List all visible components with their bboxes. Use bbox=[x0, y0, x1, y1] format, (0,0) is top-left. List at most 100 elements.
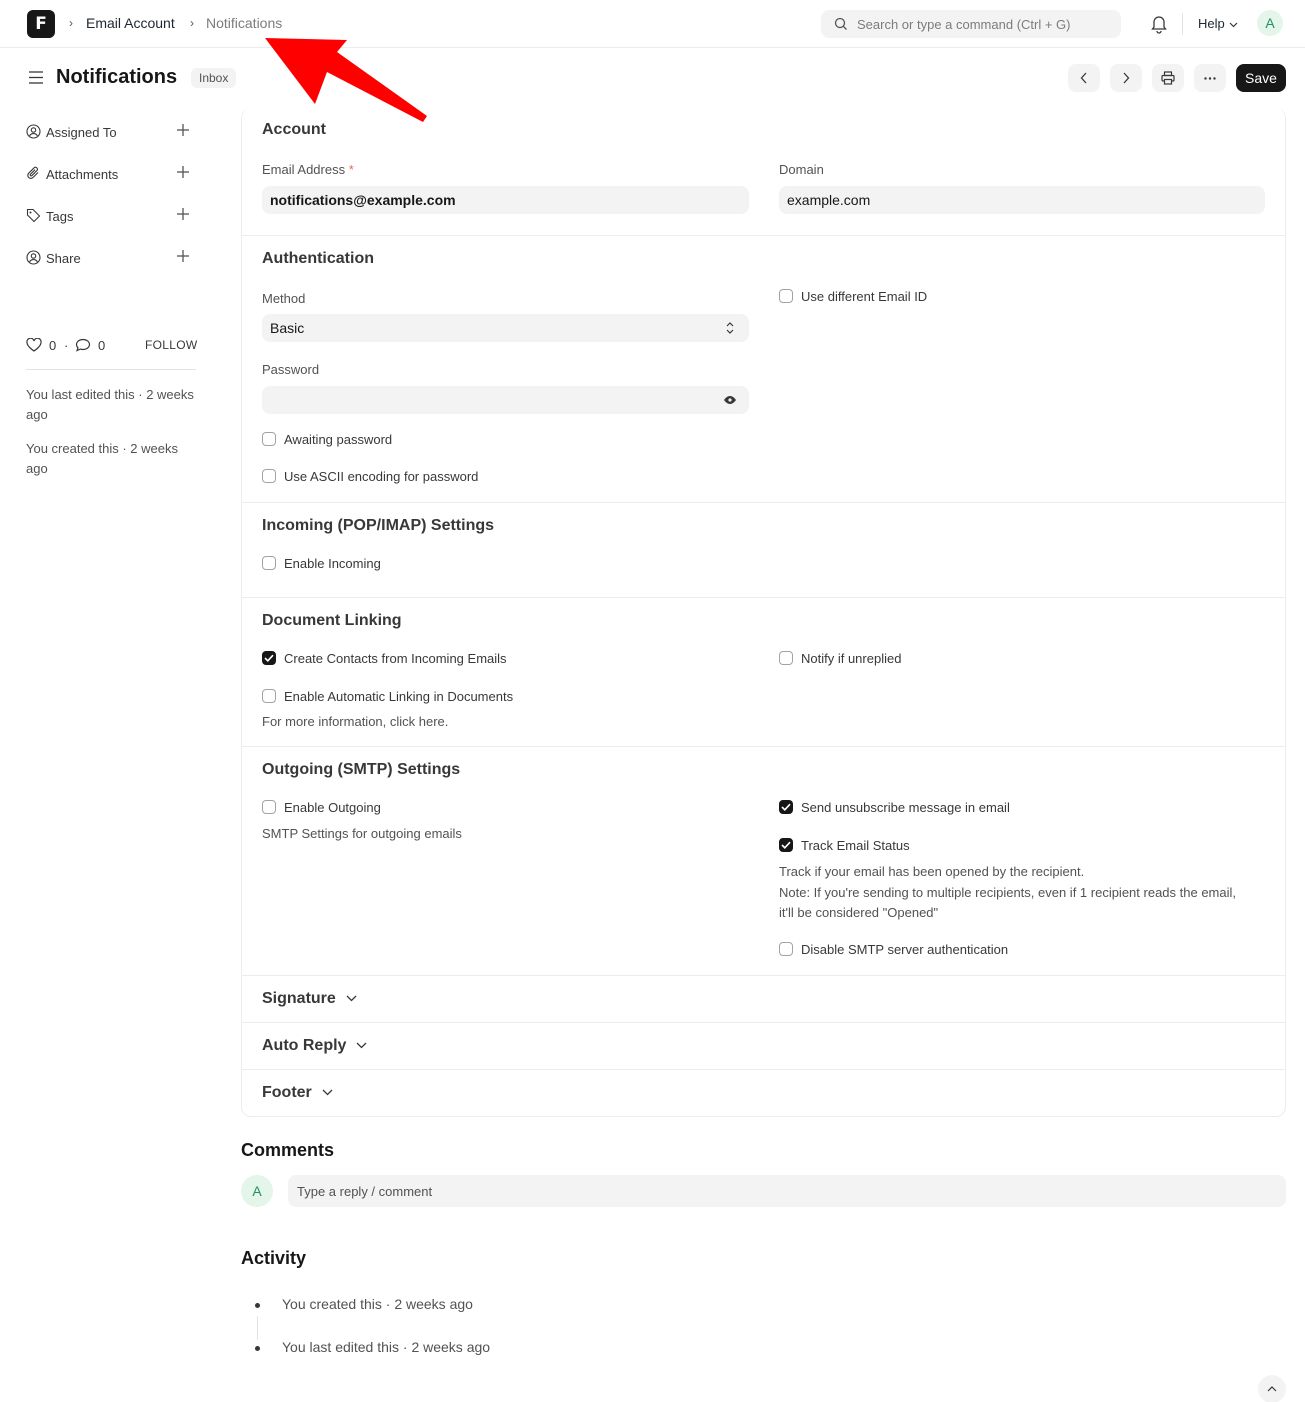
page-title: Notifications bbox=[56, 66, 178, 88]
tag-icon bbox=[26, 208, 41, 223]
checkbox[interactable] bbox=[779, 651, 793, 665]
checkbox[interactable] bbox=[262, 432, 276, 446]
breadcrumb-email-account[interactable]: Email Account bbox=[86, 15, 175, 31]
chevron-down-icon bbox=[1229, 22, 1238, 27]
breadcrumb-notifications[interactable]: Notifications bbox=[206, 15, 282, 31]
checkbox[interactable] bbox=[779, 800, 793, 814]
annotation-arrow bbox=[265, 38, 427, 122]
print-button[interactable] bbox=[1152, 64, 1184, 92]
search-input[interactable]: Search or type a command (Ctrl + G) bbox=[821, 10, 1121, 38]
section-divider bbox=[241, 975, 1286, 976]
scroll-to-top-button[interactable] bbox=[1258, 1375, 1286, 1402]
plus-icon[interactable] bbox=[176, 165, 190, 179]
chevron-right-icon: › bbox=[190, 16, 194, 30]
checkbox[interactable] bbox=[779, 942, 793, 956]
comment-icon[interactable] bbox=[75, 338, 91, 352]
checkbox[interactable] bbox=[262, 469, 276, 483]
sidebar-item-label: Share bbox=[46, 251, 81, 266]
app-logo[interactable]: F bbox=[27, 10, 55, 38]
section-footer-toggle[interactable]: Footer bbox=[262, 1084, 333, 1102]
chevron-down-icon bbox=[346, 995, 357, 1002]
checkmark-icon bbox=[264, 654, 274, 662]
checkbox[interactable] bbox=[262, 689, 276, 703]
chevron-down-icon bbox=[322, 1089, 333, 1096]
sidebar-item-label: Tags bbox=[46, 209, 74, 224]
use-different-email-checkbox[interactable]: Use different Email ID bbox=[779, 288, 927, 304]
next-button[interactable] bbox=[1110, 64, 1142, 92]
sidebar-toggle-icon[interactable] bbox=[29, 71, 43, 84]
notify-unreplied-checkbox[interactable]: Notify if unreplied bbox=[779, 650, 901, 666]
heart-icon[interactable] bbox=[26, 338, 42, 352]
timeline-dot bbox=[255, 1303, 260, 1308]
checkbox[interactable] bbox=[262, 800, 276, 814]
use-ascii-checkbox[interactable]: Use ASCII encoding for password bbox=[262, 468, 478, 484]
section-title-document-linking: Document Linking bbox=[262, 612, 402, 629]
select-arrows-icon bbox=[726, 322, 734, 334]
checkbox[interactable] bbox=[262, 556, 276, 570]
paperclip-icon bbox=[27, 166, 39, 179]
enable-outgoing-checkbox[interactable]: Enable Outgoing bbox=[262, 799, 381, 815]
email-address-field[interactable]: notifications@example.com bbox=[262, 186, 749, 214]
section-signature-toggle[interactable]: Signature bbox=[262, 990, 357, 1008]
previous-button[interactable] bbox=[1068, 64, 1100, 92]
search-placeholder: Search or type a command (Ctrl + G) bbox=[857, 17, 1071, 32]
section-divider bbox=[241, 235, 1286, 236]
domain-field[interactable]: example.com bbox=[779, 186, 1265, 214]
likes-comments-row: 0 · 0 FOLLOW bbox=[26, 336, 197, 356]
method-select[interactable]: Basic bbox=[262, 314, 749, 342]
chevron-up-icon bbox=[1267, 1386, 1277, 1392]
plus-icon[interactable] bbox=[176, 123, 190, 137]
created-note: You created this · 2 weeks ago bbox=[26, 441, 178, 476]
create-contacts-checkbox[interactable]: Create Contacts from Incoming Emails bbox=[262, 650, 507, 666]
sidebar-divider bbox=[26, 369, 196, 370]
comment-input[interactable]: Type a reply / comment bbox=[288, 1175, 1286, 1207]
awaiting-password-checkbox[interactable]: Awaiting password bbox=[262, 431, 392, 447]
track-email-status-checkbox[interactable]: Track Email Status bbox=[779, 837, 910, 853]
activity-item: You last edited this · 2 weeks ago bbox=[282, 1339, 491, 1355]
sidebar-item-share[interactable]: Share bbox=[26, 248, 196, 268]
section-auto-reply-toggle[interactable]: Auto Reply bbox=[262, 1037, 367, 1055]
chevron-right-icon bbox=[1123, 72, 1130, 84]
sidebar-item-label: Attachments bbox=[46, 167, 119, 182]
dot-separator: · bbox=[64, 338, 69, 353]
sidebar-item-tags[interactable]: Tags bbox=[26, 206, 196, 226]
timeline-dot bbox=[255, 1346, 260, 1351]
sidebar-item-assigned-to[interactable]: Assigned To bbox=[26, 122, 196, 142]
ellipsis-icon bbox=[1204, 76, 1216, 80]
chevron-left-icon bbox=[1080, 72, 1087, 84]
section-divider bbox=[241, 1069, 1286, 1070]
method-label: Method bbox=[262, 291, 306, 306]
smtp-settings-description: SMTP Settings for outgoing emails bbox=[262, 826, 462, 841]
checkbox[interactable] bbox=[779, 838, 793, 852]
save-button[interactable]: Save bbox=[1236, 64, 1286, 92]
eye-icon[interactable] bbox=[723, 395, 737, 405]
user-avatar[interactable]: A bbox=[1257, 10, 1283, 36]
password-field[interactable] bbox=[262, 386, 749, 414]
plus-icon[interactable] bbox=[176, 249, 190, 263]
track-status-description: Track if your email has been opened by t… bbox=[779, 864, 1236, 920]
follow-button[interactable]: FOLLOW bbox=[145, 338, 197, 352]
disable-smtp-auth-checkbox[interactable]: Disable SMTP server authentication bbox=[779, 941, 1008, 957]
last-edited-note: You last edited this · 2 weeks ago bbox=[26, 387, 194, 422]
sidebar-item-attachments[interactable]: Attachments bbox=[26, 164, 196, 184]
navbar-divider bbox=[1182, 13, 1183, 35]
section-divider bbox=[241, 597, 1286, 598]
more-actions-button[interactable] bbox=[1194, 64, 1226, 92]
auto-linking-checkbox[interactable]: Enable Automatic Linking in Documents bbox=[262, 688, 513, 704]
send-unsubscribe-checkbox[interactable]: Send unsubscribe message in email bbox=[779, 799, 1010, 815]
checkmark-icon bbox=[781, 841, 791, 849]
section-divider bbox=[241, 746, 1286, 747]
navbar: F › Email Account › Notifications Search… bbox=[0, 0, 1305, 48]
help-dropdown[interactable]: Help bbox=[1198, 16, 1238, 31]
enable-incoming-checkbox[interactable]: Enable Incoming bbox=[262, 555, 381, 571]
email-address-label: Email Address * bbox=[262, 162, 354, 177]
section-title-incoming: Incoming (POP/IMAP) Settings bbox=[262, 517, 495, 534]
checkbox[interactable] bbox=[262, 651, 276, 665]
plus-icon[interactable] bbox=[176, 207, 190, 221]
method-selected-value: Basic bbox=[270, 320, 305, 336]
more-info-link[interactable]: For more information, click here. bbox=[262, 712, 448, 733]
checkbox[interactable] bbox=[779, 289, 793, 303]
activity-item: You created this · 2 weeks ago bbox=[282, 1296, 473, 1312]
notification-bell-icon[interactable] bbox=[1150, 14, 1168, 34]
chevron-right-icon: › bbox=[69, 16, 73, 30]
